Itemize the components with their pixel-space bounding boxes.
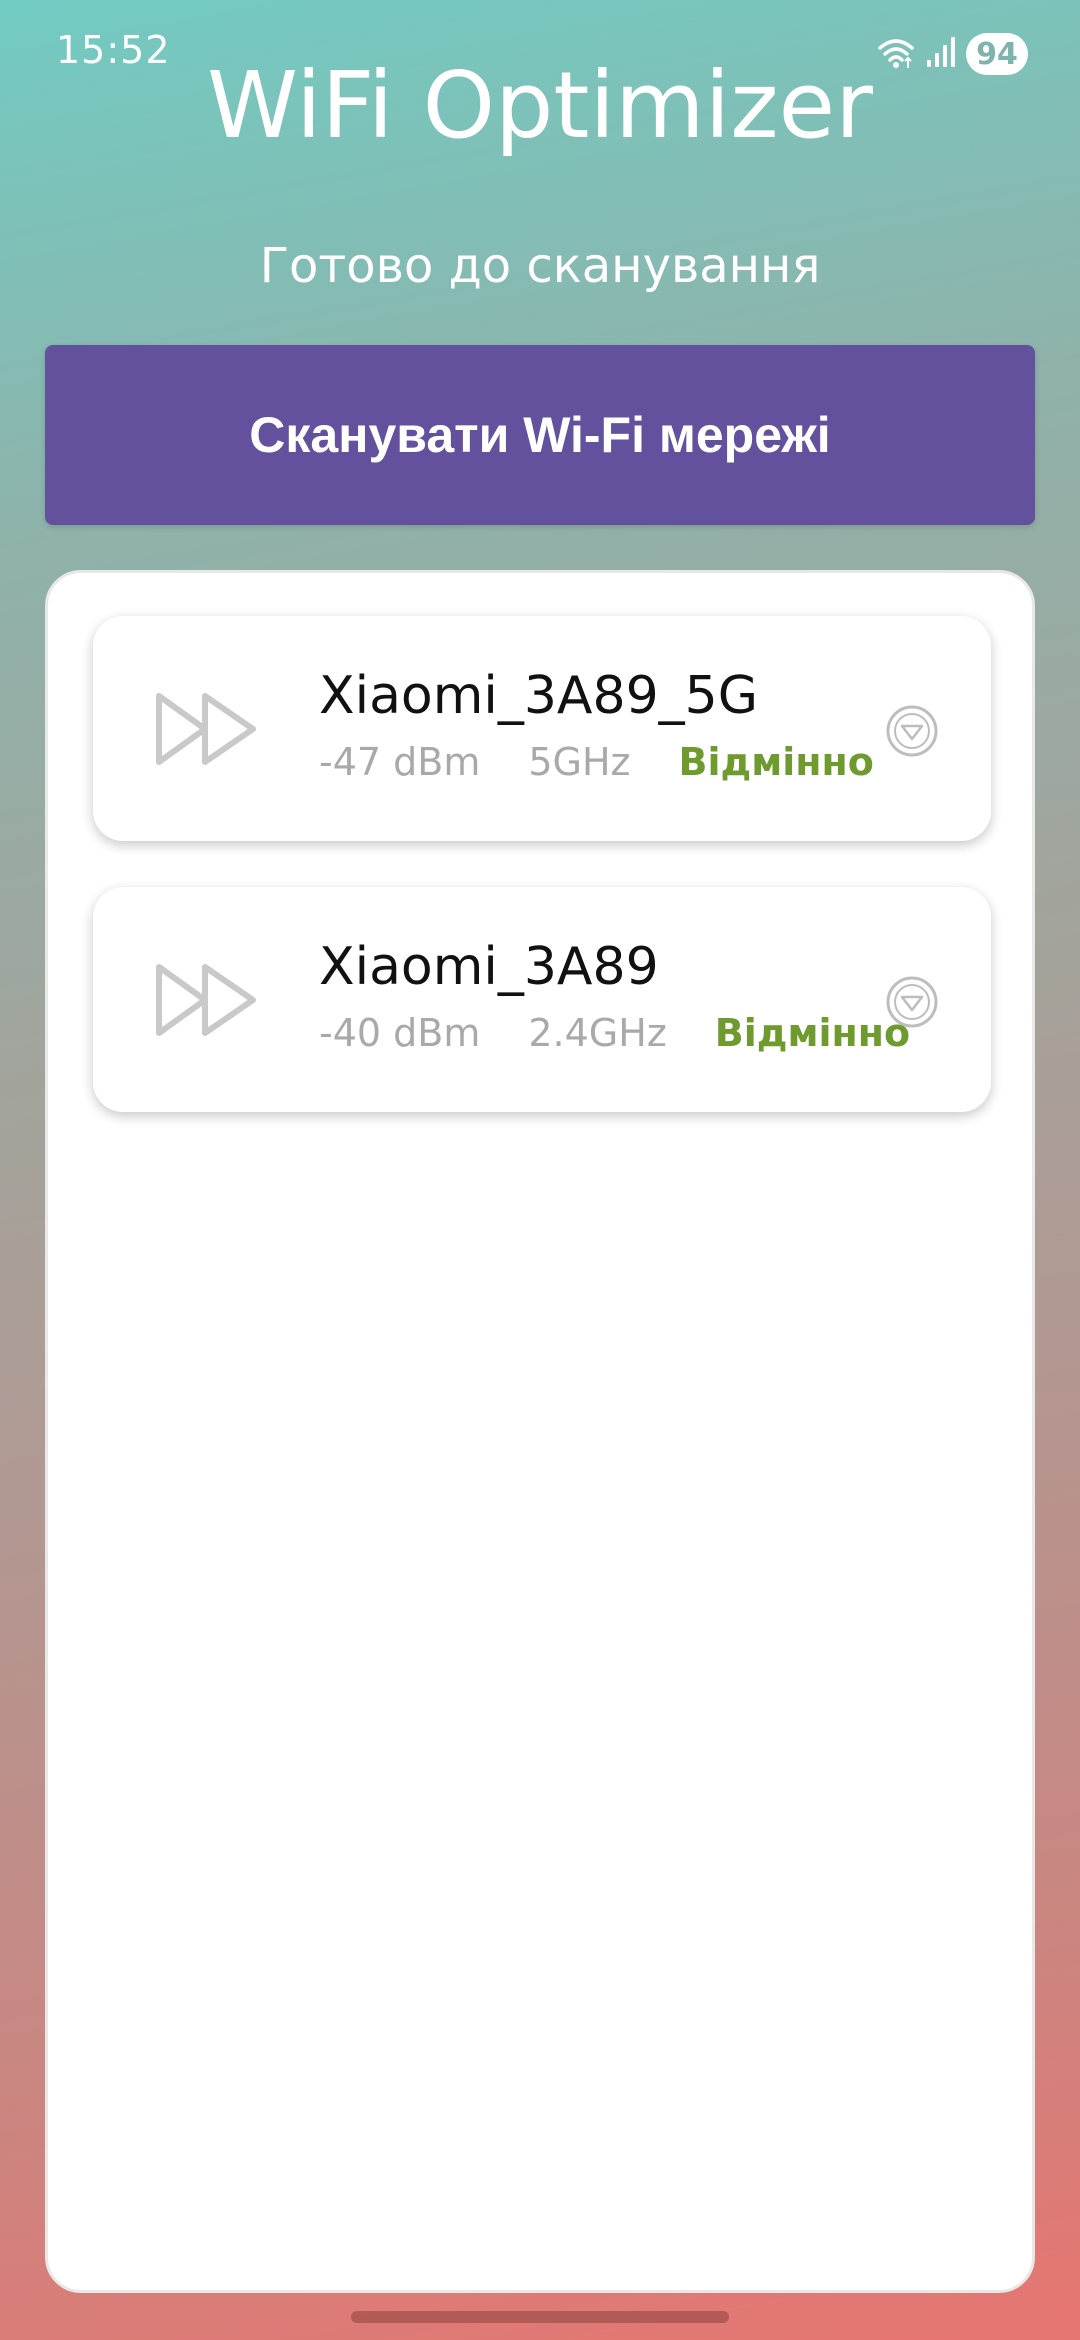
signal-quality: Відмінно xyxy=(714,1011,911,1055)
network-meta: -47 dBm 5GHz Відмінно xyxy=(319,740,874,784)
app-title: WiFi Optimizer xyxy=(207,52,873,159)
network-info: Xiaomi_3A89_5G -47 dBm 5GHz Відмінно xyxy=(319,664,874,784)
network-info: Xiaomi_3A89 -40 dBm 2.4GHz Відмінно xyxy=(319,935,910,1055)
network-card[interactable]: Xiaomi_3A89_5G -47 dBm 5GHz Відмінно xyxy=(93,616,991,841)
expand-icon[interactable] xyxy=(885,975,939,1029)
network-ssid: Xiaomi_3A89_5G xyxy=(319,666,759,726)
network-meta: -40 dBm 2.4GHz Відмінно xyxy=(319,1011,910,1055)
frequency-band: 2.4GHz xyxy=(528,1011,667,1055)
fast-forward-icon xyxy=(153,688,263,770)
signal-strength: -47 dBm xyxy=(319,740,481,784)
scan-status-text: Готово до сканування xyxy=(259,238,821,294)
network-ssid: Xiaomi_3A89 xyxy=(319,937,659,997)
scan-wifi-button[interactable]: Сканувати Wi-Fi мережі xyxy=(45,345,1035,525)
network-card[interactable]: Xiaomi_3A89 -40 dBm 2.4GHz Відмінно xyxy=(93,887,991,1112)
network-list: Xiaomi_3A89_5G -47 dBm 5GHz Відмінно Xia… xyxy=(45,570,1035,2293)
expand-icon[interactable] xyxy=(885,704,939,758)
fast-forward-icon xyxy=(153,959,263,1041)
signal-strength: -40 dBm xyxy=(319,1011,481,1055)
frequency-band: 5GHz xyxy=(528,740,631,784)
home-indicator[interactable] xyxy=(351,2311,729,2323)
signal-quality: Відмінно xyxy=(678,740,874,784)
